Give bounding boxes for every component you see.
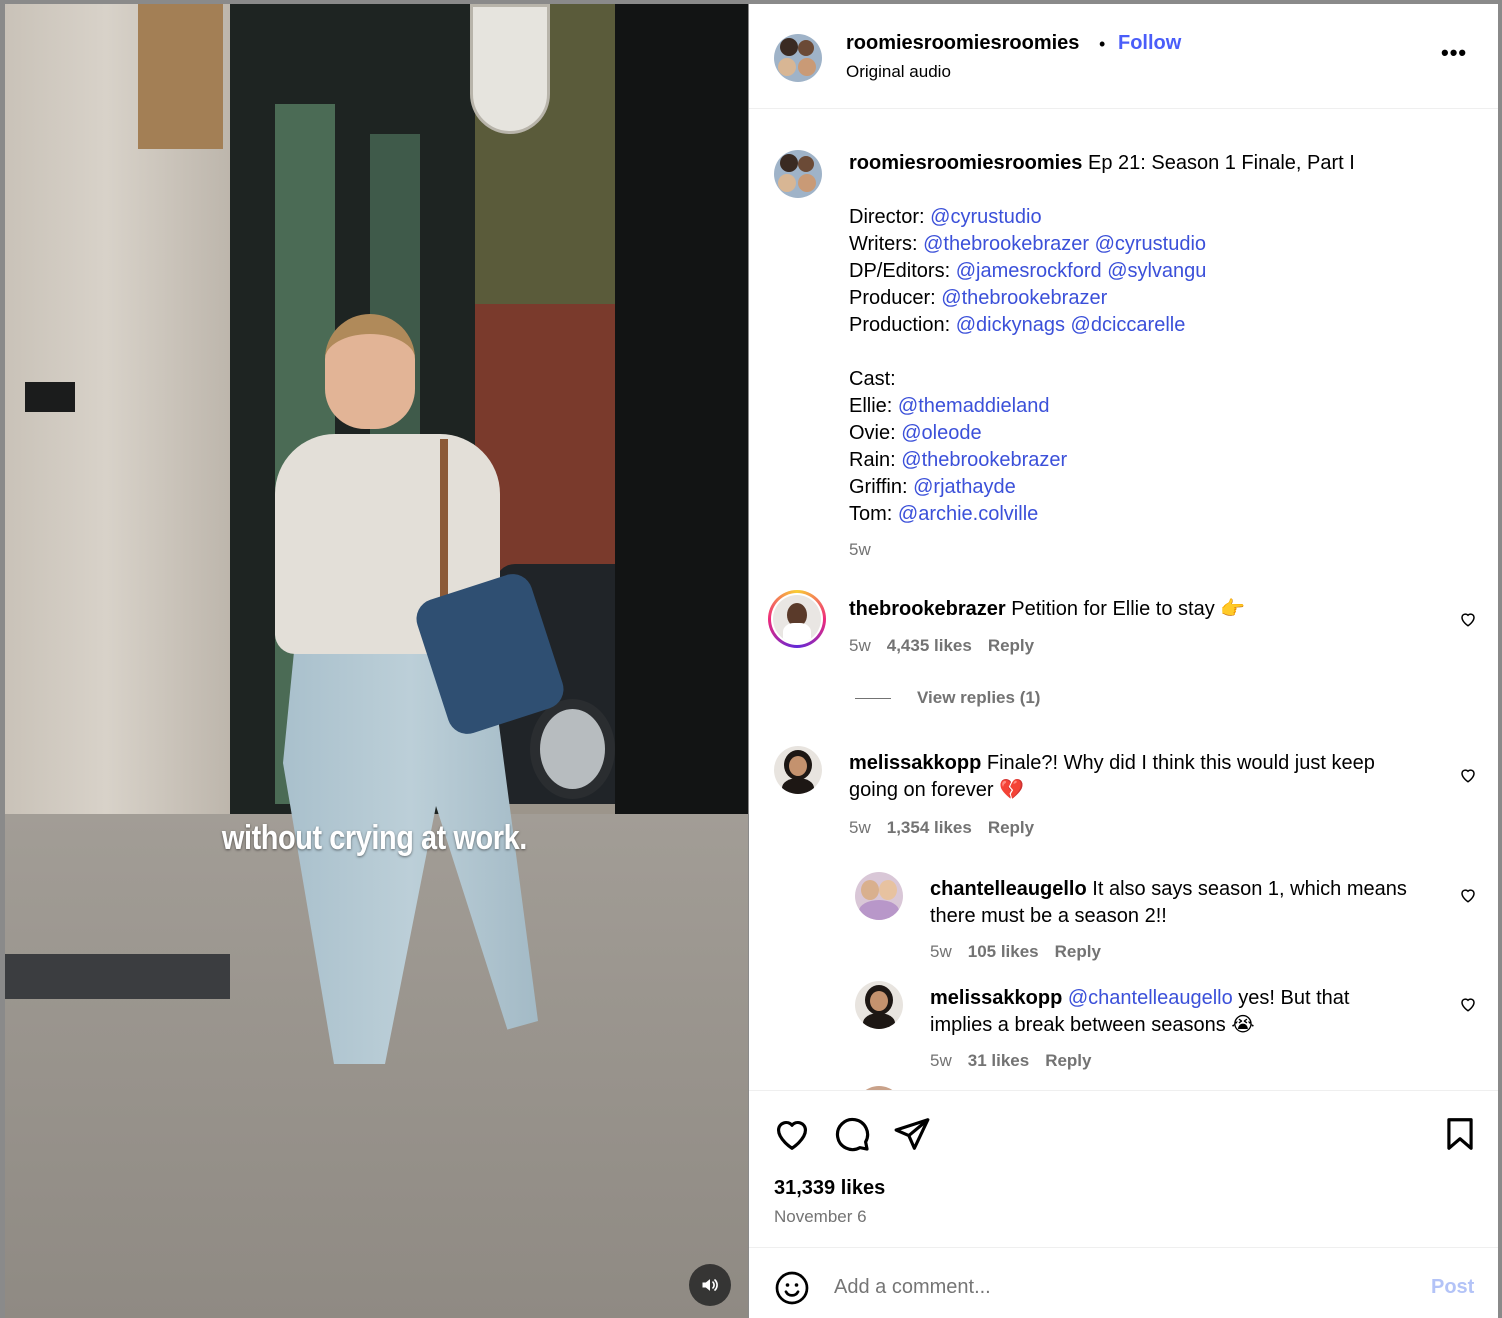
separator-dot: •: [1099, 34, 1106, 54]
mention-link[interactable]: @archie.colville: [898, 503, 1038, 525]
caption-title: Ep 21: Season 1 Finale, Part I: [1087, 152, 1355, 174]
mention-link[interactable]: @cyrustudio: [1095, 233, 1206, 255]
mention-link[interactable]: @sylvangu: [1107, 260, 1206, 282]
avatar[interactable]: [774, 746, 822, 794]
comment-text: there must be a season 2!!: [930, 905, 1167, 927]
follow-button[interactable]: Follow: [1118, 32, 1181, 55]
post-caption: roomiesroomiesroomies Ep 21: Season 1 Fi…: [849, 150, 1469, 563]
mention-link[interactable]: @oleode: [901, 422, 981, 444]
save-icon[interactable]: [1441, 1115, 1479, 1153]
avatar[interactable]: [855, 981, 903, 1029]
mention-link[interactable]: @rjathayde: [913, 476, 1016, 498]
reel-video[interactable]: without crying at work.: [5, 4, 748, 1318]
post-date: November 6: [774, 1207, 867, 1226]
mention-link[interactable]: @dciccarelle: [1071, 314, 1186, 336]
comment-likes[interactable]: 1,354 likes: [887, 818, 972, 837]
like-icon[interactable]: [773, 1115, 811, 1153]
mention-link[interactable]: @thebrookebrazer: [901, 449, 1067, 471]
comment-likes[interactable]: 105 likes: [968, 942, 1039, 961]
comment-username[interactable]: melissakkopp: [930, 987, 1062, 1009]
speaker-icon: [702, 1279, 718, 1291]
comment-time: 5w: [930, 942, 952, 961]
comment-text: yes! But that: [1238, 987, 1350, 1009]
mention-link[interactable]: @dickynags: [956, 314, 1065, 336]
comment-text: It also says season 1, which means: [1092, 878, 1407, 900]
comment-text: Finale?! Why did I think this would just…: [986, 752, 1375, 774]
comment-time: 5w: [930, 1051, 952, 1070]
mention-link[interactable]: @cyrustudio: [930, 206, 1041, 228]
mute-button[interactable]: [689, 1264, 731, 1306]
heart-icon[interactable]: [1459, 886, 1477, 904]
comment-username[interactable]: melissakkopp: [849, 752, 981, 774]
post-time: 5w: [849, 540, 871, 559]
heart-icon[interactable]: [1459, 995, 1477, 1013]
audio-link[interactable]: Original audio: [846, 62, 951, 82]
avatar[interactable]: [774, 34, 822, 82]
comment-text: Petition for Ellie to stay 👉: [1011, 598, 1246, 620]
likes-count[interactable]: 31,339 likes: [774, 1177, 885, 1200]
mention-link[interactable]: @thebrookebrazer: [941, 287, 1107, 309]
reply-button[interactable]: Reply: [988, 636, 1034, 655]
action-bar: 31,339 likes November 6: [749, 1090, 1498, 1247]
video-subject: [275, 314, 569, 1084]
comment-likes[interactable]: 31 likes: [968, 1051, 1029, 1070]
header-username[interactable]: roomiesroomiesroomies: [846, 32, 1079, 55]
heart-icon[interactable]: [1459, 766, 1477, 784]
more-options-icon[interactable]: •••: [1441, 40, 1467, 66]
caption-username[interactable]: roomiesroomiesroomies: [849, 152, 1082, 174]
post-button[interactable]: Post: [1431, 1276, 1474, 1299]
mention-link[interactable]: @themaddieland: [898, 395, 1050, 417]
comment-input[interactable]: [834, 1276, 1394, 1299]
reply-button[interactable]: Reply: [1045, 1051, 1091, 1070]
video-caption: without crying at work.: [222, 819, 527, 857]
comment-username[interactable]: thebrookebrazer: [849, 598, 1006, 620]
emoji-icon[interactable]: [774, 1270, 810, 1306]
story-ring[interactable]: [768, 590, 826, 648]
avatar: [773, 595, 821, 643]
comment-icon[interactable]: [833, 1115, 871, 1153]
avatar[interactable]: [774, 150, 822, 198]
reply-button[interactable]: Reply: [1055, 942, 1101, 961]
post-panel: roomiesroomiesroomies • Follow Original …: [749, 4, 1498, 1318]
reply-button[interactable]: Reply: [988, 818, 1034, 837]
comment-likes[interactable]: 4,435 likes: [887, 636, 972, 655]
heart-icon[interactable]: [1459, 610, 1477, 628]
comment-username[interactable]: chantelleaugello: [930, 878, 1087, 900]
comment-composer: Post: [749, 1247, 1498, 1318]
mention-link[interactable]: @chantelleaugello: [1068, 987, 1233, 1009]
comment-time: 5w: [849, 818, 871, 837]
cast-heading: Cast:: [849, 368, 896, 390]
comment-text: going on forever 💔: [849, 779, 1024, 801]
mention-link[interactable]: @thebrookebrazer: [923, 233, 1089, 255]
comment-time: 5w: [849, 636, 871, 655]
post-header: roomiesroomiesroomies • Follow Original …: [749, 4, 1498, 109]
share-icon[interactable]: [893, 1115, 931, 1153]
avatar[interactable]: [855, 872, 903, 920]
comment-text: implies a break between seasons 😭: [930, 1014, 1255, 1036]
view-replies-button[interactable]: View replies (1): [855, 688, 1040, 708]
mention-link[interactable]: @jamesrockford: [956, 260, 1102, 282]
comments-scroll-area[interactable]: roomiesroomiesroomies Ep 21: Season 1 Fi…: [749, 110, 1498, 1090]
